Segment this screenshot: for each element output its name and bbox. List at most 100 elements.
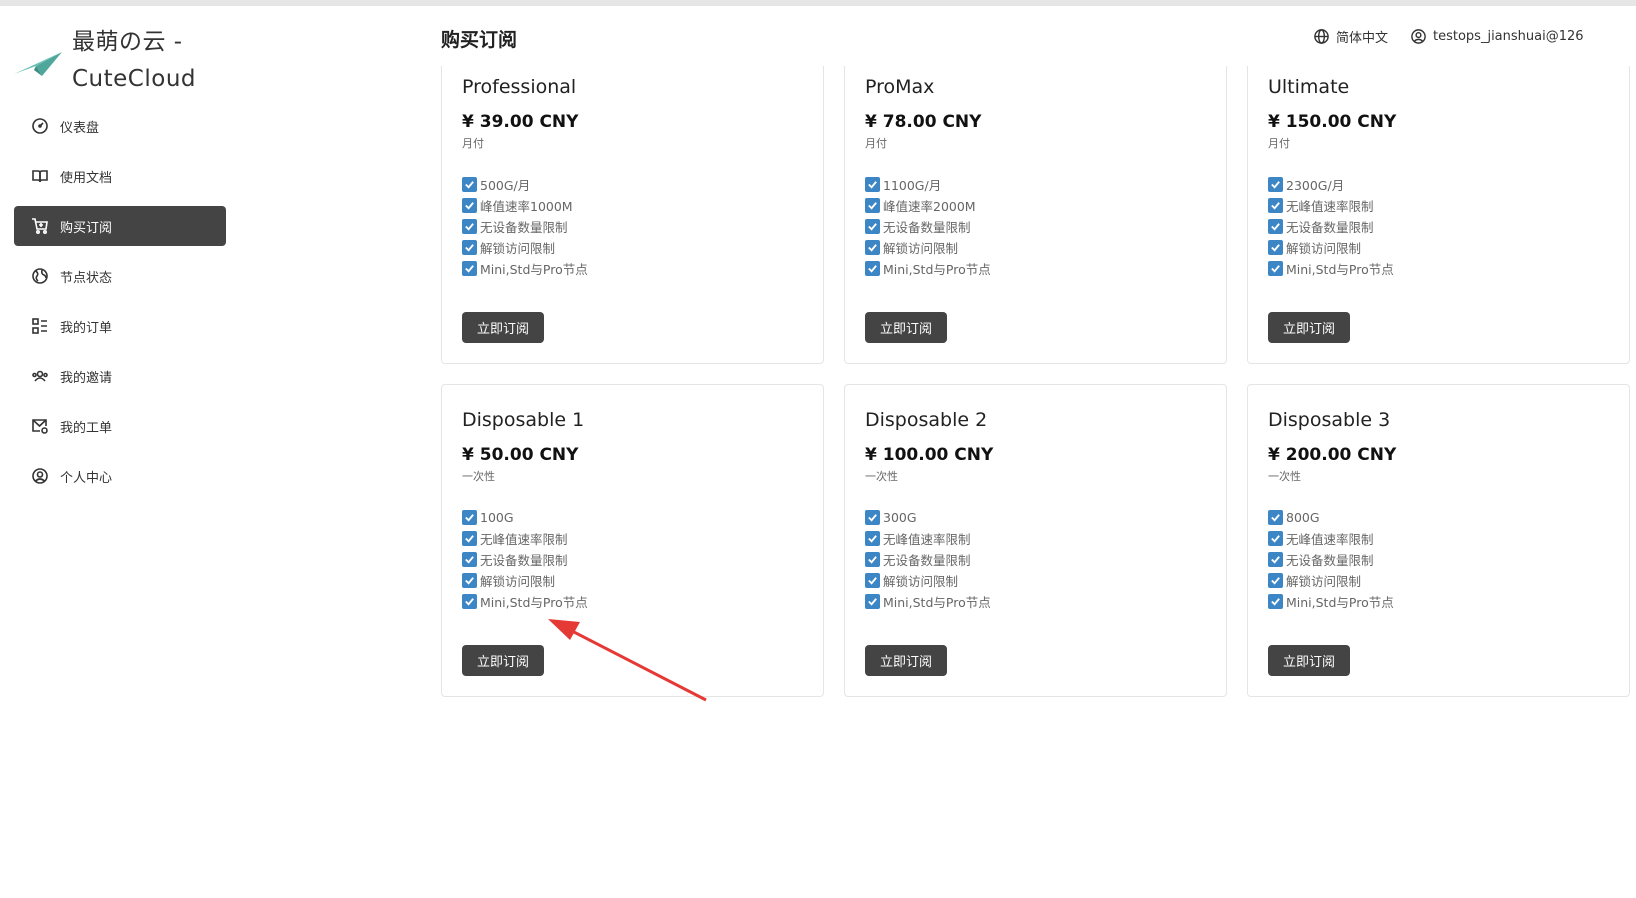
checkbox-checked-icon	[865, 198, 880, 213]
checkbox-checked-icon	[462, 198, 477, 213]
sidebar-item-label: 节点状态	[60, 270, 113, 286]
sidebar-item-label: 我的工单	[60, 420, 113, 436]
checkbox-checked-icon	[462, 510, 477, 525]
subscribe-button[interactable]: 立即订阅	[865, 312, 948, 343]
plan-feature: 无设备数量限制	[1268, 216, 1609, 237]
plan-name: ProMax	[865, 76, 935, 98]
plan-features: 2300G/月 无峰值速率限制 无设备数量限制 解锁访问限制 Mini,Std与Pro节…	[1268, 174, 1609, 279]
plan-feature: 无峰值速率限制	[462, 528, 803, 549]
user-menu[interactable]: testops_jianshuai@126	[1410, 28, 1584, 45]
plan-feature: Mini,Std与Pro节点	[865, 258, 1206, 279]
plan-feature: 解锁访问限制	[865, 570, 1206, 591]
plan-feature-label: 无设备数量限制	[480, 553, 568, 568]
subscribe-button[interactable]: 立即订阅	[1268, 312, 1351, 343]
header-actions: 简体中文 testops_jianshuai@126	[1306, 25, 1636, 47]
plan-name: Disposable 2	[865, 409, 988, 431]
plan-feature: Mini,Std与Pro节点	[462, 591, 803, 612]
plan-feature: 解锁访问限制	[865, 237, 1206, 258]
subscribe-button[interactable]: 立即订阅	[462, 645, 545, 676]
plan-features: 1100G/月 峰值速率2000M 无设备数量限制 解锁访问限制 Mini,Std与Pr…	[865, 174, 1206, 279]
checkbox-checked-icon	[462, 531, 477, 546]
plan-card: Disposable 2 ¥ 100.00 CNY 一次性 300G 无峰值速率限制 无设…	[844, 384, 1227, 697]
plans-grid: Mini,Std与Pro节点立即订阅Mini与Std节点立即订阅Mini与Std…	[441, 66, 1630, 697]
checkbox-checked-icon	[1268, 261, 1283, 276]
checkbox-checked-icon	[865, 177, 880, 192]
checkbox-checked-icon	[462, 219, 477, 234]
checkbox-checked-icon	[1268, 219, 1283, 234]
plan-feature-label: 解锁访问限制	[883, 241, 959, 256]
checkbox-checked-icon	[1268, 510, 1283, 525]
paper-plane-logo-icon	[14, 52, 62, 76]
cart-icon	[32, 218, 48, 235]
plan-period: 月付	[865, 137, 887, 150]
plan-feature: 解锁访问限制	[462, 570, 803, 591]
plan-feature-label: 峰值速率2000M	[883, 199, 976, 214]
sidebar-item-docs[interactable]: 使用文档	[14, 156, 226, 196]
plan-feature-label: 峰值速率1000M	[480, 199, 573, 214]
checkbox-checked-icon	[865, 594, 880, 609]
plan-features: 300G 无峰值速率限制 无设备数量限制 解锁访问限制 Mini,Std与Pro节点	[865, 507, 1206, 612]
subscribe-button[interactable]: 立即订阅	[462, 312, 545, 343]
page-title: 购买订阅	[441, 29, 518, 51]
checkbox-checked-icon	[865, 510, 880, 525]
checkbox-checked-icon	[462, 573, 477, 588]
plan-feature-label: 无设备数量限制	[1286, 553, 1374, 568]
plan-card: Ultimate ¥ 150.00 CNY 月付 2300G/月 无峰值速率限制 无设备数…	[1247, 66, 1630, 364]
sidebar-item-label: 个人中心	[60, 470, 113, 486]
plan-feature-label: Mini,Std与Pro节点	[480, 595, 588, 610]
plan-feature: 无设备数量限制	[865, 549, 1206, 570]
sidebar-item-label: 我的邀请	[60, 370, 113, 386]
checkbox-checked-icon	[462, 552, 477, 567]
sidebar-item-label: 使用文档	[60, 170, 113, 186]
user-icon	[1411, 28, 1426, 44]
brand-name: 最萌の云 - CuteCloud	[72, 24, 196, 98]
sidebar-nav: 仪表盘 使用文档 购买订阅 节点状态 我的订单 我的邀请 我的工单 个人中心	[14, 106, 226, 506]
plan-feature: Mini,Std与Pro节点	[462, 258, 803, 279]
plan-feature-label: 无设备数量限制	[1286, 220, 1374, 235]
checkbox-checked-icon	[865, 573, 880, 588]
plan-feature: 1100G/月	[865, 174, 1206, 195]
plan-price: ¥ 200.00 CNY	[1268, 445, 1397, 465]
book-icon	[32, 170, 48, 183]
plan-feature-label: 500G/月	[480, 178, 531, 193]
group-icon	[32, 370, 48, 382]
sidebar-item-buy-subscription[interactable]: 购买订阅	[14, 206, 226, 246]
plan-feature: 峰值速率1000M	[462, 195, 803, 216]
plan-feature-label: 无峰值速率限制	[480, 532, 568, 547]
dashboard-icon	[32, 118, 48, 134]
subscribe-button[interactable]: 立即订阅	[865, 645, 948, 676]
plan-price: ¥ 50.00 CNY	[462, 445, 579, 465]
plan-feature-label: 800G	[1286, 510, 1320, 525]
checkbox-checked-icon	[462, 240, 477, 255]
plan-card: Professional ¥ 39.00 CNY 月付 500G/月 峰值速率1000M…	[441, 66, 824, 364]
checkbox-checked-icon	[462, 594, 477, 609]
plan-price: ¥ 100.00 CNY	[865, 445, 994, 465]
sidebar-item-node-status[interactable]: 节点状态	[14, 256, 226, 296]
plan-name: Disposable 1	[462, 409, 585, 431]
plan-features: 100G 无峰值速率限制 无设备数量限制解锁访问限制 Mini,Std与Pro节点	[462, 507, 803, 612]
checkbox-checked-icon	[1268, 594, 1283, 609]
plan-feature-label: 无设备数量限制	[883, 553, 971, 568]
plan-feature: 无峰值速率限制	[1268, 528, 1609, 549]
plan-card: Disposable 1 ¥ 50.00 CNY 一次性 100G 无峰值速率限制 无设备…	[441, 384, 824, 697]
sidebar-item-my-tickets[interactable]: 我的工单	[14, 406, 226, 446]
plan-feature: Mini,Std与Pro节点	[1268, 258, 1609, 279]
sidebar-item-my-orders[interactable]: 我的订单	[14, 306, 226, 346]
user-icon	[32, 468, 48, 484]
sidebar-item-profile[interactable]: 个人中心	[14, 456, 226, 496]
plan-feature: 100G	[462, 507, 803, 528]
sidebar-item-my-invites[interactable]: 我的邀请	[14, 356, 226, 396]
plan-feature: 解锁访问限制	[1268, 570, 1609, 591]
subscribe-button[interactable]: 立即订阅	[1268, 645, 1351, 676]
language-switcher[interactable]: 简体中文	[1313, 27, 1388, 46]
plan-period: 一次性	[1268, 470, 1301, 483]
plan-feature-label: Mini,Std与Pro节点	[1286, 262, 1394, 277]
plan-period: 月付	[1268, 137, 1290, 150]
plan-feature: 300G	[865, 507, 1206, 528]
brand-line-1: 最萌の云 -	[72, 29, 183, 55]
plan-price: ¥ 39.00 CNY	[462, 112, 579, 132]
checkbox-checked-icon	[1268, 552, 1283, 567]
plan-feature-label: 解锁访问限制	[1286, 574, 1362, 589]
sidebar-item-dashboard[interactable]: 仪表盘	[14, 106, 226, 146]
plan-feature: 无设备数量限制	[1268, 549, 1609, 570]
